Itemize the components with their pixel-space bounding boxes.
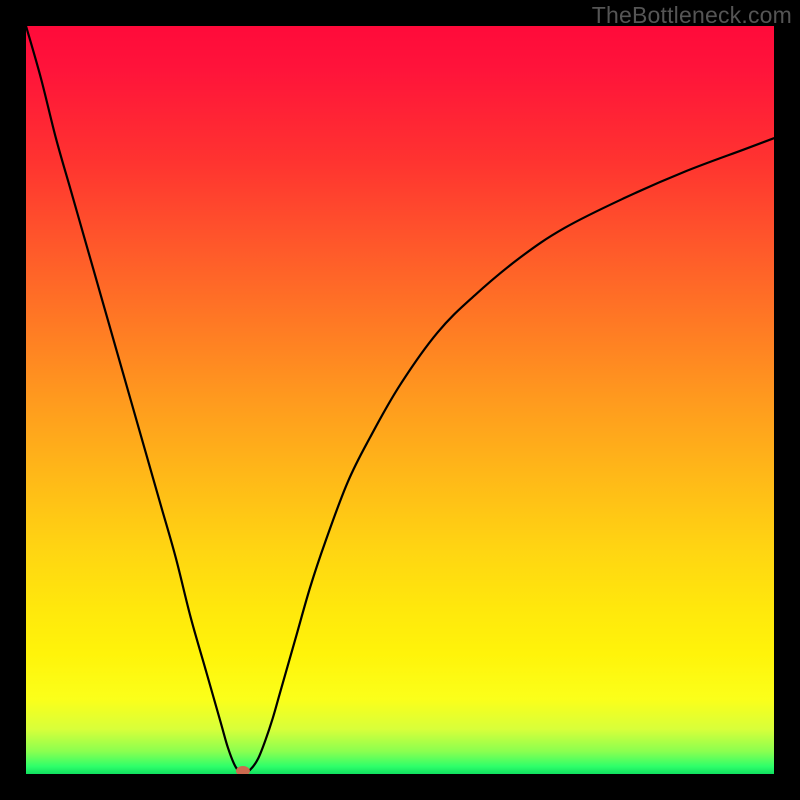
bottleneck-curve (26, 26, 774, 774)
optimal-point-marker (236, 766, 250, 774)
plot-area (26, 26, 774, 774)
watermark-text: TheBottleneck.com (592, 2, 792, 29)
chart-svg (26, 26, 774, 774)
chart-frame: TheBottleneck.com (0, 0, 800, 800)
